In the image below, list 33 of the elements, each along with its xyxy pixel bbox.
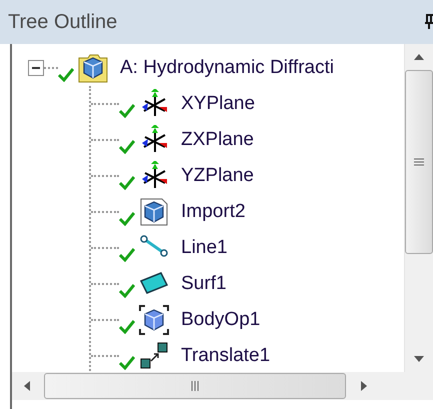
tree-item[interactable]: Translate1 (181, 345, 270, 367)
check-icon (58, 68, 74, 82)
cube-document-icon (139, 197, 169, 227)
tree-item[interactable]: ZXPlane (181, 129, 254, 151)
vertical-scrollbar[interactable] (404, 44, 433, 372)
right-arrow-icon[interactable] (361, 381, 367, 391)
check-icon (119, 104, 135, 118)
cube-selection-icon (139, 305, 169, 335)
panel-title: Tree Outline (8, 10, 118, 34)
tree-item[interactable]: YZPlane (181, 165, 254, 187)
tree-item[interactable]: BodyOp1 (181, 309, 260, 331)
check-icon (119, 248, 135, 262)
check-icon (119, 356, 135, 370)
tree-item[interactable]: Import2 (181, 201, 246, 223)
tree-item[interactable]: A: Hydrodynamic Diffracti (120, 57, 334, 79)
left-arrow-icon[interactable] (24, 381, 30, 391)
down-arrow-icon[interactable] (414, 356, 424, 362)
pin-icon[interactable] (425, 14, 433, 30)
check-icon (119, 140, 135, 154)
check-icon (119, 284, 135, 298)
check-icon (119, 320, 135, 334)
folder-cube-icon (78, 53, 108, 83)
scroll-thumb[interactable] (405, 70, 433, 254)
tree-item[interactable]: XYPlane (181, 93, 255, 115)
horizontal-scrollbar[interactable] (10, 372, 433, 400)
tree-item[interactable]: Line1 (181, 237, 228, 259)
up-arrow-icon[interactable] (414, 54, 424, 60)
collapse-toggle[interactable] (28, 60, 44, 76)
tree-item[interactable]: Surf1 (181, 273, 226, 295)
check-icon (119, 212, 135, 226)
scroll-thumb[interactable] (44, 373, 346, 399)
check-icon (119, 176, 135, 190)
translate-icon (139, 341, 169, 371)
